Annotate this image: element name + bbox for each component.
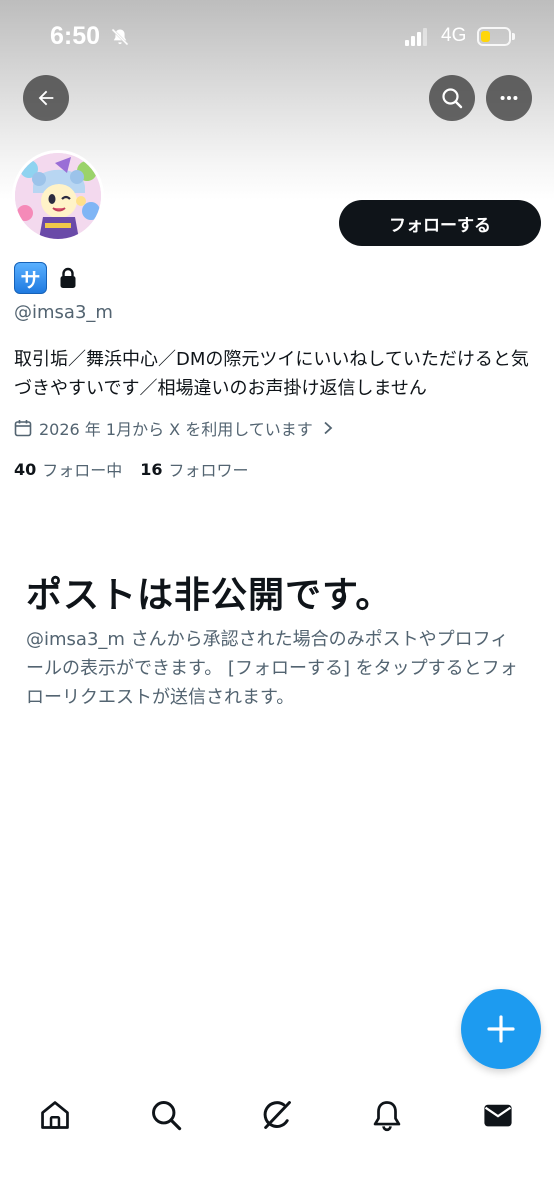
home-icon bbox=[41, 1101, 69, 1129]
network-type: 4G bbox=[441, 25, 467, 46]
joined-date[interactable]: 2026 年 1月から X を利用しています bbox=[14, 417, 334, 439]
joined-text: 2026 年 1月から X を利用しています bbox=[39, 420, 313, 439]
bottom-nav bbox=[0, 1080, 554, 1200]
follow-button[interactable]: フォローする bbox=[339, 200, 541, 246]
display-name: サ bbox=[14, 262, 77, 294]
search-icon bbox=[442, 88, 463, 109]
lock-icon bbox=[60, 267, 76, 288]
follow-counts: 40 フォロー中 16 フォロワー bbox=[14, 457, 267, 481]
status-bar: 6:50 4G bbox=[0, 0, 554, 74]
grok-icon bbox=[263, 1101, 291, 1129]
avatar-character-illustration bbox=[15, 153, 101, 239]
private-posts-title: ポストは非公開です。 bbox=[26, 575, 393, 616]
nav-search[interactable] bbox=[146, 1095, 186, 1135]
plus-icon bbox=[487, 1015, 515, 1043]
battery-icon bbox=[477, 27, 511, 46]
name-badge: サ bbox=[14, 262, 47, 294]
chevron-right-icon bbox=[324, 421, 333, 435]
battery-fill bbox=[481, 31, 490, 42]
signal-icon bbox=[405, 28, 431, 46]
back-arrow-icon bbox=[38, 90, 54, 106]
status-time: 6:50 bbox=[50, 22, 101, 50]
bell-off-icon bbox=[111, 28, 129, 46]
more-button[interactable] bbox=[486, 75, 532, 121]
bio: 取引垢／舞浜中心／DMの際元ツイにいいねしていただけると気づきやすいです／相場違… bbox=[14, 349, 529, 399]
following-label[interactable]: フォロー中 bbox=[42, 457, 122, 481]
private-posts-description: @imsa3_m さんから承認された場合のみポストやプロフィールの表示ができます… bbox=[26, 629, 518, 708]
followers-count[interactable]: 16 bbox=[140, 460, 162, 479]
search-button[interactable] bbox=[429, 75, 475, 121]
back-button[interactable] bbox=[23, 75, 69, 121]
following-count[interactable]: 40 bbox=[14, 460, 36, 479]
nav-home[interactable] bbox=[35, 1095, 75, 1135]
handle: @imsa3_m bbox=[14, 302, 113, 323]
messages-icon bbox=[484, 1104, 512, 1127]
nav-grok[interactable] bbox=[257, 1095, 297, 1135]
more-icon bbox=[500, 95, 518, 101]
followers-label[interactable]: フォロワー bbox=[169, 457, 249, 481]
calendar-icon bbox=[14, 420, 32, 437]
compose-button[interactable] bbox=[461, 989, 541, 1069]
notifications-icon bbox=[373, 1101, 401, 1132]
nav-notifications[interactable] bbox=[367, 1095, 407, 1135]
battery-tip bbox=[512, 33, 515, 40]
nav-messages[interactable] bbox=[478, 1095, 518, 1135]
avatar[interactable] bbox=[12, 150, 104, 242]
search-icon bbox=[152, 1101, 182, 1131]
